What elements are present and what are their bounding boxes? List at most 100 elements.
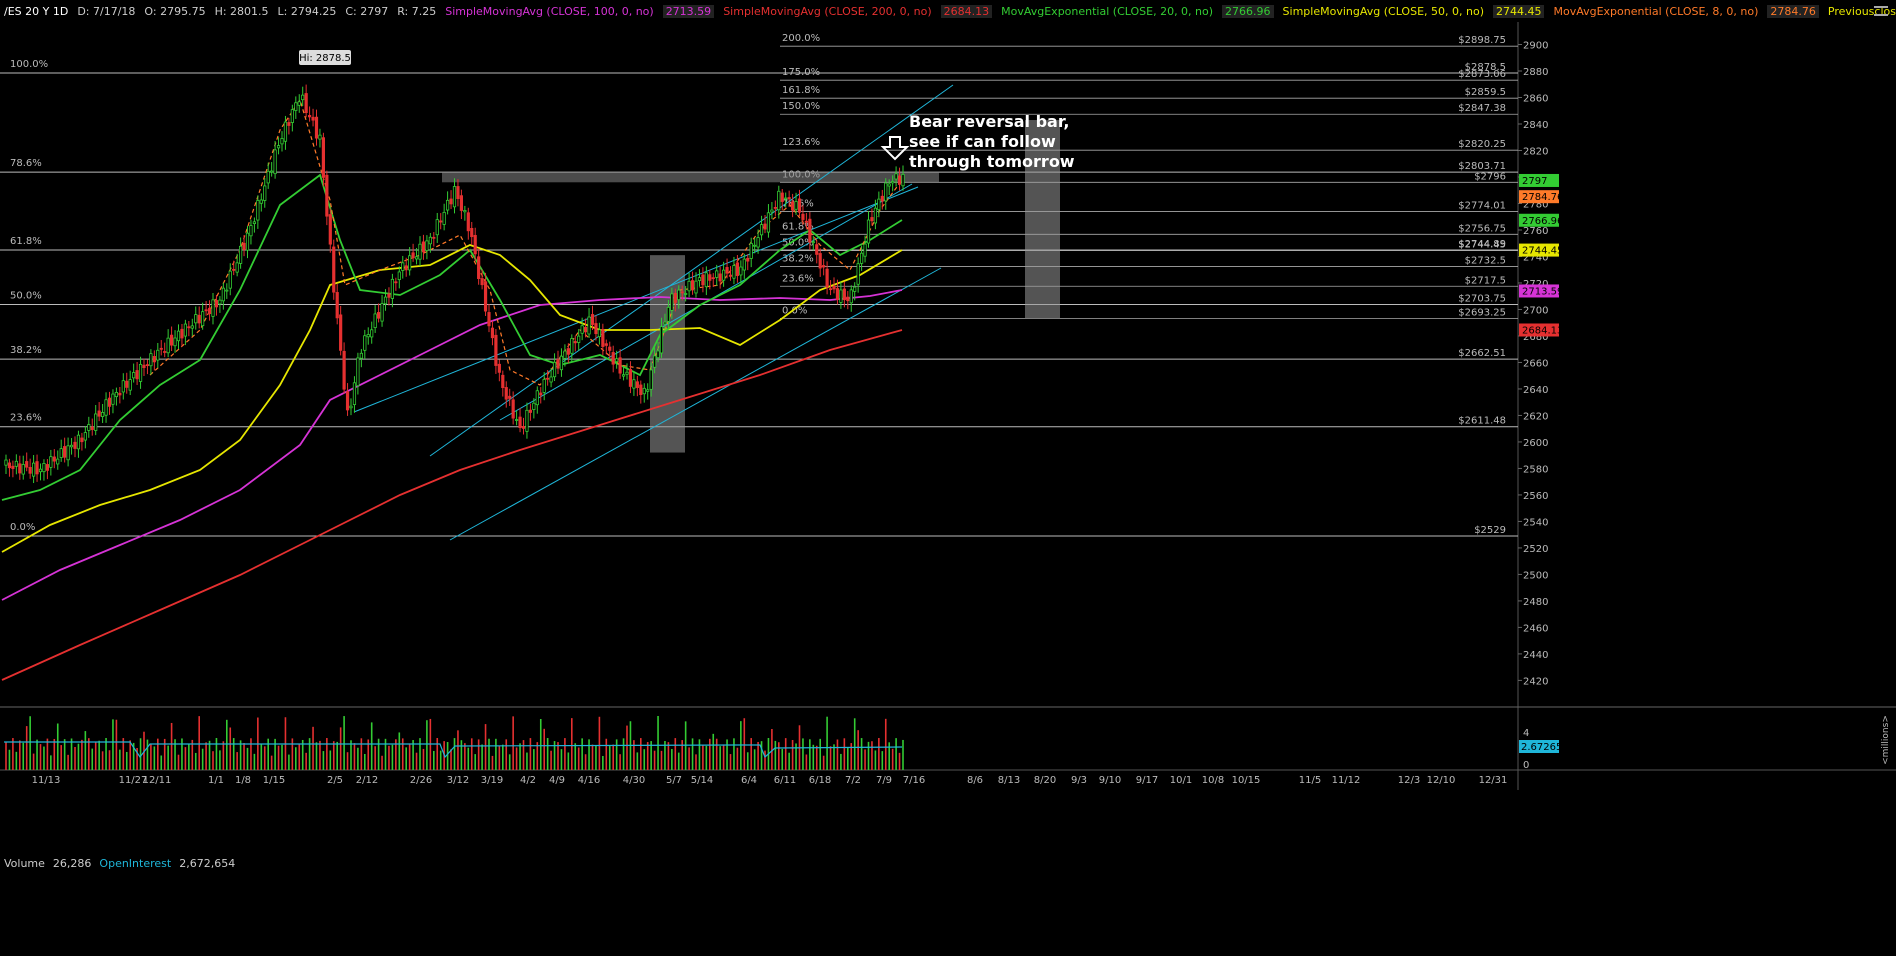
candle-body bbox=[753, 244, 757, 247]
x-tick-label: 12/11 bbox=[143, 775, 172, 786]
volume-label: Volume bbox=[4, 857, 45, 870]
level-price-label: $2859.5 bbox=[1465, 87, 1506, 98]
level-price-label: $2703.75 bbox=[1458, 294, 1506, 305]
x-tick-label: 9/10 bbox=[1099, 775, 1121, 786]
candle-body bbox=[214, 300, 219, 308]
candle-body bbox=[287, 122, 291, 126]
menu-icon[interactable] bbox=[1874, 6, 1888, 16]
candle-body bbox=[525, 409, 529, 432]
x-tick-label: 7/9 bbox=[876, 775, 892, 786]
candle-body bbox=[552, 361, 557, 378]
candle-body bbox=[615, 358, 619, 362]
level-price-label: $2756.75 bbox=[1458, 223, 1506, 234]
candle-body bbox=[311, 116, 315, 121]
price-chart[interactable]: 2420 2440 2460 2480 2500 2520 2540 2560 2580 2600… bbox=[0, 0, 1896, 956]
candle-body bbox=[266, 170, 270, 184]
candle-body bbox=[418, 243, 422, 260]
y-tick-label: 2620 bbox=[1523, 411, 1548, 422]
candle-body bbox=[573, 341, 577, 344]
candle-body bbox=[73, 441, 77, 449]
candle-body bbox=[225, 289, 229, 292]
level-price-label: $2847.38 bbox=[1458, 103, 1506, 114]
candle-body bbox=[815, 244, 819, 255]
candle-body bbox=[45, 464, 50, 471]
y-tick-label: 2440 bbox=[1523, 650, 1548, 661]
high-label: Hi: 2878.5 bbox=[299, 53, 351, 64]
candle-body bbox=[556, 359, 560, 369]
candle-body bbox=[18, 463, 22, 474]
candle-body bbox=[477, 256, 481, 279]
candle-body bbox=[873, 207, 878, 224]
x-tick-label: 8/13 bbox=[998, 775, 1020, 786]
y-tick-label: 2840 bbox=[1523, 120, 1548, 131]
candle-body bbox=[342, 350, 346, 390]
candle-body bbox=[784, 197, 788, 200]
price-badge-label: 2797 bbox=[1522, 176, 1547, 187]
candle-body bbox=[860, 252, 864, 264]
y-tick-label: 2860 bbox=[1523, 94, 1548, 105]
candle-body bbox=[739, 266, 743, 276]
volume-value: 26,286 bbox=[52, 857, 92, 870]
x-tick-label: 12/31 bbox=[1479, 775, 1508, 786]
candle-body bbox=[432, 236, 436, 239]
candle-body bbox=[90, 426, 94, 430]
candle-body bbox=[684, 293, 688, 295]
candle-body bbox=[870, 217, 874, 222]
candle-body bbox=[787, 197, 791, 200]
x-tick-label: 4/2 bbox=[520, 775, 536, 786]
candle-body bbox=[107, 397, 112, 407]
candle-body bbox=[701, 274, 705, 286]
candle-body bbox=[580, 325, 584, 334]
candle-body bbox=[728, 274, 733, 277]
candle-body bbox=[694, 280, 698, 294]
candle-body bbox=[452, 186, 457, 208]
candle-body bbox=[587, 316, 591, 335]
candle-body bbox=[111, 393, 115, 405]
y-tick-label: 2880 bbox=[1523, 67, 1548, 78]
candle-body bbox=[387, 293, 391, 298]
candle-body bbox=[504, 387, 508, 400]
candle-body bbox=[842, 288, 846, 301]
level-price-label: $2732.5 bbox=[1465, 255, 1506, 266]
candle-body bbox=[866, 219, 871, 244]
candle-body bbox=[501, 374, 505, 389]
fib-level-label: 38.2% bbox=[10, 345, 42, 356]
candle-body bbox=[328, 214, 332, 245]
candle-body bbox=[528, 409, 533, 413]
candle-body bbox=[746, 257, 750, 262]
level-price-label: $2898.75 bbox=[1458, 35, 1506, 46]
volume-bars-group bbox=[5, 716, 904, 770]
candle-body bbox=[832, 285, 836, 290]
x-tick-label: 1/8 bbox=[235, 775, 251, 786]
x-tick-label: 9/17 bbox=[1136, 775, 1158, 786]
candle-body bbox=[466, 212, 470, 232]
level-price-label: $2529 bbox=[1474, 525, 1506, 536]
candle-body bbox=[180, 328, 184, 339]
x-tick-label: 4/30 bbox=[623, 775, 645, 786]
candle-body bbox=[704, 272, 708, 288]
candle-body bbox=[207, 307, 212, 315]
candle-body bbox=[373, 313, 377, 328]
candle-body bbox=[149, 353, 153, 367]
candle-body bbox=[483, 281, 488, 312]
x-tick-label: 2/26 bbox=[410, 775, 432, 786]
candle-body bbox=[449, 198, 453, 205]
y-tick-label: 2820 bbox=[1523, 146, 1548, 157]
y-tick-label: 2460 bbox=[1523, 623, 1548, 634]
candle-body bbox=[349, 405, 353, 409]
x-tick-label: 2/12 bbox=[356, 775, 378, 786]
x-tick-label: 5/7 bbox=[666, 775, 682, 786]
candle-body bbox=[811, 241, 815, 244]
candle-body bbox=[101, 412, 105, 417]
candle-body bbox=[518, 416, 522, 429]
candle-body bbox=[383, 296, 388, 305]
y-tick-label: 2900 bbox=[1523, 41, 1548, 52]
candle-body bbox=[366, 334, 370, 338]
candle-body bbox=[794, 201, 798, 210]
y-tick-label: 2520 bbox=[1523, 544, 1548, 555]
candle-body bbox=[256, 200, 260, 221]
volume-units-label: <millions> bbox=[1881, 715, 1891, 765]
candle-body bbox=[594, 323, 598, 335]
candle-body bbox=[401, 262, 405, 271]
candle-body bbox=[697, 277, 702, 281]
